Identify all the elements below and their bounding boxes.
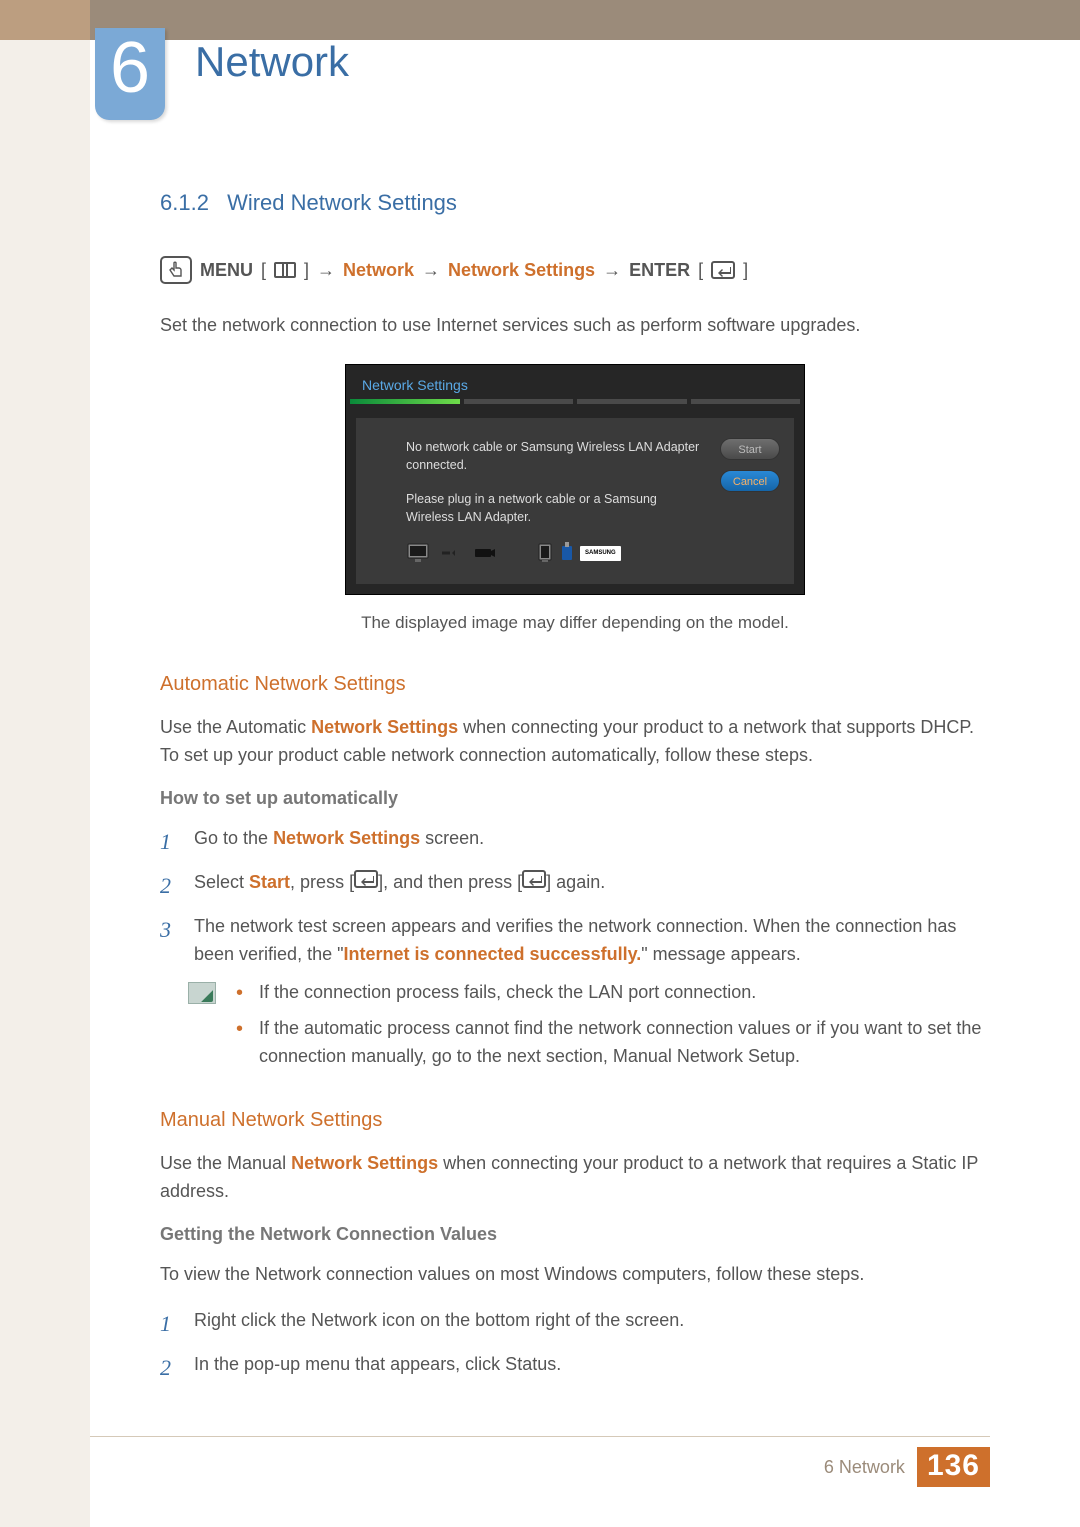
progress-segment — [691, 399, 801, 404]
arrow-icon: → — [603, 260, 621, 281]
step-number: 1 — [160, 1307, 176, 1341]
screenshot-message-area: No network cable or Samsung Wireless LAN… — [406, 438, 702, 565]
enter-label: ENTER — [629, 260, 690, 281]
path-network: Network — [343, 260, 414, 281]
bullet-icon: • — [236, 979, 243, 1007]
menu-path: MENU [ ] → Network → Network Settings → … — [160, 256, 990, 284]
automatic-step-list: 1 Go to the Network Settings screen. 2 S… — [160, 825, 990, 969]
start-button[interactable]: Start — [720, 438, 780, 460]
step-text: The network test screen appears and veri… — [194, 913, 990, 969]
section-title: Wired Network Settings — [227, 190, 457, 215]
network-settings-term: Network Settings — [291, 1153, 438, 1173]
manual-intro: To view the Network connection values on… — [160, 1261, 990, 1289]
automatic-paragraph: Use the Automatic Network Settings when … — [160, 714, 990, 770]
step-item: 1 Right click the Network icon on the bo… — [160, 1307, 990, 1341]
bullet-icon: • — [236, 1015, 243, 1071]
path-network-settings: Network Settings — [448, 260, 595, 281]
left-margin-band — [0, 0, 90, 1527]
screenshot-body: No network cable or Samsung Wireless LAN… — [356, 418, 794, 585]
step-item: 2 In the pop-up menu that appears, click… — [160, 1351, 990, 1385]
note-icon — [188, 982, 216, 1004]
note-list: •If the connection process fails, check … — [236, 979, 990, 1079]
progress-segment-active — [350, 399, 460, 404]
enter-key-icon — [522, 870, 546, 888]
note-item: •If the connection process fails, check … — [236, 979, 990, 1007]
note-item: •If the automatic process cannot find th… — [236, 1015, 990, 1071]
progress-segment — [464, 399, 574, 404]
step-number: 3 — [160, 913, 176, 947]
screenshot-title: Network Settings — [346, 365, 804, 399]
automatic-heading: Automatic Network Settings — [160, 673, 990, 696]
monitor-cable-icon — [406, 542, 496, 564]
progress-indicator — [346, 399, 804, 408]
step-number: 2 — [160, 1351, 176, 1385]
getting-values-heading: Getting the Network Connection Values — [160, 1224, 990, 1245]
step-item: 2 Select Start, press [], and then press… — [160, 869, 990, 903]
howto-heading: How to set up automatically — [160, 788, 990, 809]
enter-key-icon — [354, 870, 378, 888]
progress-segment — [577, 399, 687, 404]
network-settings-term: Network Settings — [311, 717, 458, 737]
cancel-button[interactable]: Cancel — [720, 470, 780, 492]
page-footer: 6 Network 136 — [90, 1436, 990, 1487]
menu-label: MENU — [200, 260, 253, 281]
arrow-icon: → — [422, 260, 440, 281]
step-text: In the pop-up menu that appears, click S… — [194, 1351, 561, 1379]
screenshot-message-2: Please plug in a network cable or a Sams… — [406, 490, 702, 526]
manual-step-list: 1 Right click the Network icon on the bo… — [160, 1307, 990, 1385]
chapter-number-badge: 6 — [95, 28, 165, 120]
arrow-icon: → — [317, 260, 335, 281]
top-left-accent — [0, 0, 90, 40]
chapter-title: Network — [195, 38, 349, 86]
screenshot-device-icons: SAMSUNG — [406, 542, 702, 564]
samsung-badge: SAMSUNG — [580, 546, 621, 561]
step-item: 3 The network test screen appears and ve… — [160, 913, 990, 969]
footer-chapter-label: 6 Network — [824, 1457, 905, 1478]
samsung-dongle-icon: SAMSUNG — [536, 542, 621, 564]
step-item: 1 Go to the Network Settings screen. — [160, 825, 990, 859]
section-heading: 6.1.2 Wired Network Settings — [160, 190, 990, 216]
section-number: 6.1.2 — [160, 190, 209, 215]
screenshot-button-column: Start Cancel — [720, 438, 780, 492]
note-block: •If the connection process fails, check … — [188, 979, 990, 1079]
page-content: 6.1.2 Wired Network Settings MENU [ ] → … — [160, 190, 990, 1395]
network-settings-screenshot: Network Settings No network cable or Sam… — [345, 364, 805, 596]
footer-page-number: 136 — [917, 1447, 990, 1487]
enter-key-icon — [711, 261, 735, 279]
screenshot-message-1: No network cable or Samsung Wireless LAN… — [406, 438, 702, 474]
manual-paragraph: Use the Manual Network Settings when con… — [160, 1150, 990, 1206]
step-text: Select Start, press [], and then press [… — [194, 869, 605, 897]
hand-pointer-icon — [160, 256, 192, 284]
step-text: Go to the Network Settings screen. — [194, 825, 484, 853]
intro-text: Set the network connection to use Intern… — [160, 312, 990, 340]
step-number: 1 — [160, 825, 176, 859]
step-text: Right click the Network icon on the bott… — [194, 1307, 684, 1335]
screenshot-caption: The displayed image may differ depending… — [160, 613, 990, 633]
menu-grid-icon — [274, 262, 296, 278]
manual-heading: Manual Network Settings — [160, 1109, 990, 1132]
step-number: 2 — [160, 869, 176, 903]
